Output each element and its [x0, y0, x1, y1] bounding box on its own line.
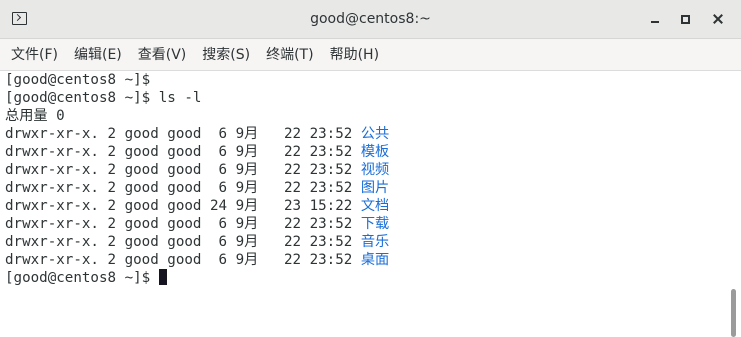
command-text: ls -l — [158, 90, 202, 106]
directory-name: 公共 — [360, 126, 390, 142]
listing-row: drwxr-xr-x. 2 good good 6 9月 22 23:52 图片 — [5, 179, 726, 197]
menu-bar: 文件(F) 编辑(E) 查看(V) 搜索(S) 终端(T) 帮助(H) — [0, 39, 741, 71]
directory-name: 模板 — [360, 144, 390, 160]
listing-row: drwxr-xr-x. 2 good good 6 9月 22 23:52 下载 — [5, 215, 726, 233]
menu-search[interactable]: 搜索(S) — [194, 39, 258, 71]
menu-file[interactable]: 文件(F) — [3, 39, 66, 71]
listing-meta: drwxr-xr-x. 2 good good 6 9月 22 23:52 — [5, 234, 361, 250]
scrollbar-thumb[interactable] — [731, 289, 736, 337]
prompt: [good@centos8 ~]$ — [5, 72, 159, 88]
menu-terminal[interactable]: 终端(T) — [258, 39, 321, 71]
total-line: 总用量 0 — [5, 108, 65, 124]
listing-row: drwxr-xr-x. 2 good good 6 9月 22 23:52 桌面 — [5, 251, 726, 269]
close-button[interactable] — [709, 10, 727, 28]
listing-meta: drwxr-xr-x. 2 good good 24 9月 23 15:22 — [5, 198, 361, 214]
prompt: [good@centos8 ~]$ — [5, 270, 159, 286]
text-cursor — [158, 269, 167, 285]
listing-meta: drwxr-xr-x. 2 good good 6 9月 22 23:52 — [5, 252, 361, 268]
directory-name: 桌面 — [360, 252, 390, 268]
directory-name: 图片 — [360, 180, 390, 196]
vertical-scrollbar[interactable] — [726, 71, 741, 337]
terminal-output[interactable]: [good@centos8 ~]$ [good@centos8 ~]$ ls -… — [0, 71, 726, 337]
directory-name: 下载 — [360, 216, 390, 232]
prompt: [good@centos8 ~]$ — [5, 90, 159, 106]
prompt-line: [good@centos8 ~]$ — [5, 71, 726, 89]
minimize-icon — [651, 21, 659, 23]
listing-row: drwxr-xr-x. 2 good good 24 9月 23 15:22 文… — [5, 197, 726, 215]
directory-name: 文档 — [360, 198, 390, 214]
close-icon — [712, 13, 724, 25]
directory-name: 视频 — [360, 162, 390, 178]
minimize-button[interactable] — [646, 10, 664, 28]
listing-row: drwxr-xr-x. 2 good good 6 9月 22 23:52 公共 — [5, 125, 726, 143]
menu-view[interactable]: 查看(V) — [130, 39, 195, 71]
title-bar: good@centos8:~ — [0, 0, 741, 39]
window-title: good@centos8:~ — [310, 11, 431, 27]
listing-meta: drwxr-xr-x. 2 good good 6 9月 22 23:52 — [5, 180, 361, 196]
listing-meta: drwxr-xr-x. 2 good good 6 9月 22 23:52 — [5, 216, 361, 232]
listing-meta: drwxr-xr-x. 2 good good 6 9月 22 23:52 — [5, 126, 361, 142]
command-line: [good@centos8 ~]$ ls -l — [5, 89, 726, 107]
menu-help[interactable]: 帮助(H) — [322, 39, 387, 71]
active-prompt-line: [good@centos8 ~]$ — [5, 269, 726, 287]
menu-edit[interactable]: 编辑(E) — [66, 39, 130, 71]
directory-name: 音乐 — [360, 234, 390, 250]
listing-row: drwxr-xr-x. 2 good good 6 9月 22 23:52 音乐 — [5, 233, 726, 251]
maximize-button[interactable] — [676, 10, 694, 28]
listing-row: drwxr-xr-x. 2 good good 6 9月 22 23:52 视频 — [5, 161, 726, 179]
listing-meta: drwxr-xr-x. 2 good good 6 9月 22 23:52 — [5, 144, 361, 160]
listing-row: drwxr-xr-x. 2 good good 6 9月 22 23:52 模板 — [5, 143, 726, 161]
listing-meta: drwxr-xr-x. 2 good good 6 9月 22 23:52 — [5, 162, 361, 178]
maximize-icon — [680, 14, 690, 24]
